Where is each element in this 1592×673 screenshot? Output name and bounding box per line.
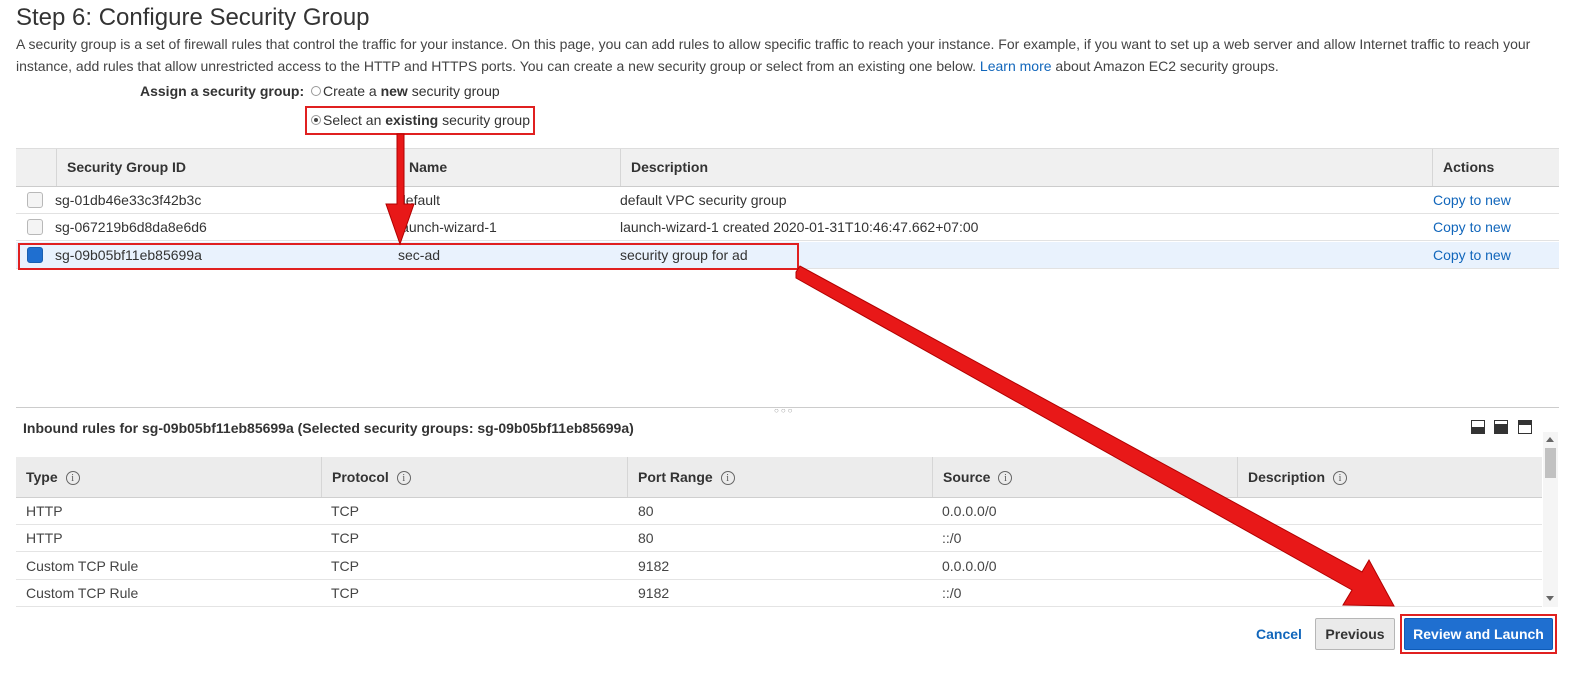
annotation-arrows	[385, 133, 1395, 607]
annotation-arrow-down	[385, 133, 415, 246]
annotation-arrow-diagonal	[795, 265, 1395, 607]
